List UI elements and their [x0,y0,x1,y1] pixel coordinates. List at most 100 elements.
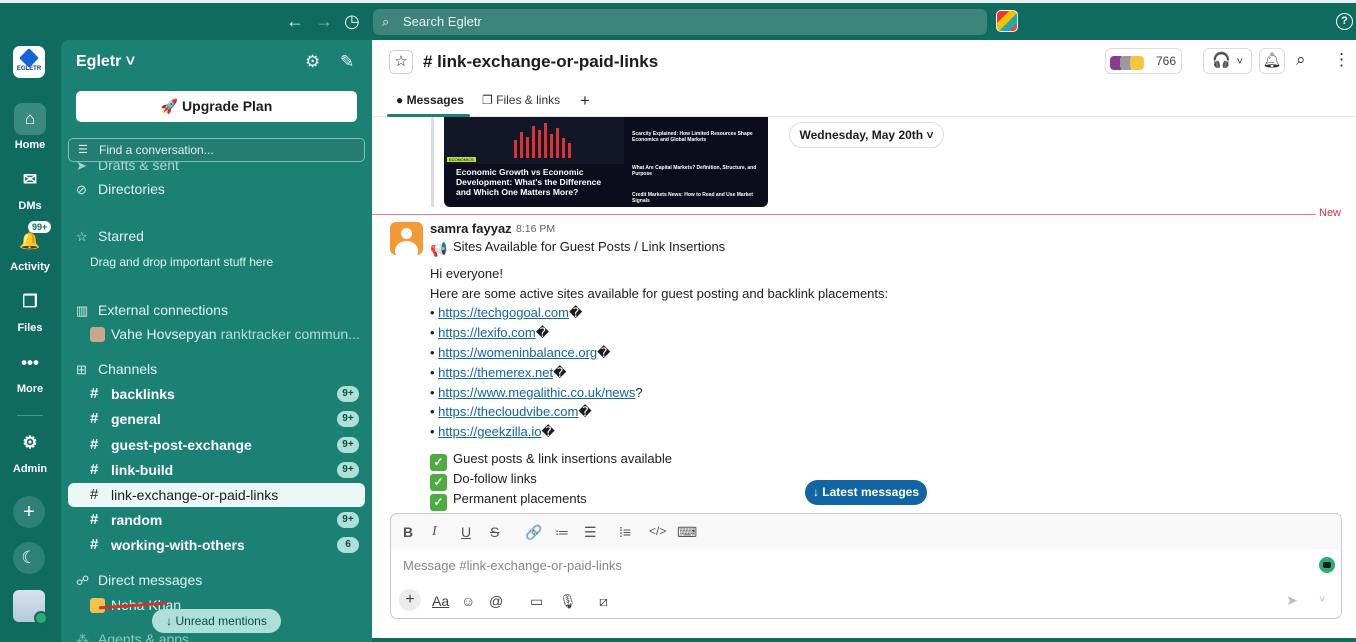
headphones-icon: 🎧 [1211,52,1231,69]
channel-name: backlinks [111,386,175,402]
rail-dms[interactable]: ✉ DMs [0,164,60,212]
kebab-menu-icon[interactable]: ⋮ [1333,50,1350,70]
channel-name: working-with-others [111,537,245,553]
workspace-avatar-icon[interactable] [996,10,1018,32]
sidebar-channels-header[interactable]: ⊞ Channels [76,360,366,379]
tab-files-links[interactable]: ❐ Files & links [482,93,560,107]
attach-plus-button[interactable]: + [399,589,421,611]
history-icon[interactable]: ◷ [344,12,360,30]
rail-home[interactable]: ⌂ Home [0,103,60,151]
site-link[interactable]: https://www.megalithic.co.uk/news [438,385,635,400]
channel-title[interactable]: # link-exchange-or-paid-links [423,52,658,72]
code-block-icon[interactable]: ⌨ [677,524,697,541]
find-placeholder: Find a conversation... [99,143,214,157]
notifications-bell-icon[interactable]: 🔔︎ [1259,48,1285,74]
help-icon[interactable]: ? [1336,13,1353,30]
blockquote-icon[interactable]: ⁞≡ [619,524,631,540]
bulleted-list-icon[interactable]: ☰ [584,524,597,541]
channel-backlinks[interactable]: # backlinks 9+ [68,382,365,406]
date-divider-button[interactable]: Wednesday, May 20th ˅ [789,122,944,148]
hash-icon: # [90,461,99,478]
back-icon[interactable]: ← [286,12,304,30]
latest-messages-button[interactable]: ↓ Latest messages [805,480,927,505]
unread-mentions-button[interactable]: ↓ Unread mentions [152,609,281,633]
message-input[interactable]: Message #link-exchange-or-paid-links [403,558,622,573]
channel-working-with-others[interactable]: # working-with-others 6 [68,533,365,557]
video-icon[interactable]: ▭ [530,593,543,610]
rail-activity[interactable]: 🔔 99+ Activity [0,221,60,273]
italic-icon[interactable]: I [432,524,437,540]
site-link[interactable]: https://themerex.net [438,365,553,380]
channel-name: link-exchange-or-paid-links [111,487,279,503]
shortcuts-icon[interactable]: ⧄ [599,593,608,610]
site-link[interactable]: https://geekzilla.io [438,424,541,439]
sidebar-starred[interactable]: ☆ Starred [76,227,366,246]
forward-icon[interactable]: → [315,12,333,30]
search-bar[interactable]: ⌕ Search Egletr [373,9,987,35]
site-link[interactable]: https://womeninbalance.org [438,345,597,360]
upgrade-plan-button[interactable]: 🚀 Upgrade Plan [76,91,357,122]
channel-link-exchange-or-paid-links[interactable]: # link-exchange-or-paid-links [68,483,365,507]
hash-icon: # [90,410,99,427]
preview-tag: ECONOMICS [447,157,476,162]
link-icon[interactable]: 🔗 [525,524,542,541]
ai-assistant-icon[interactable] [1319,557,1335,573]
strikethrough-icon[interactable]: S [490,524,499,540]
unread-count-badge: 9+ [337,462,359,478]
link-preview-image[interactable]: ECONOMICS Economic Growth vs Economic De… [444,117,768,207]
home-icon: ⌂ [14,103,46,135]
message-author[interactable]: samra fayyaz [430,221,512,236]
channel-random[interactable]: # random 9+ [68,508,365,532]
channel-link-build[interactable]: # link-build 9+ [68,458,365,482]
site-link[interactable]: https://techgogoal.com [438,305,569,320]
site-link[interactable]: https://lexifo.com [438,325,536,340]
members-button[interactable]: 766 [1105,48,1182,74]
send-options-chevron-icon[interactable]: ˅ [1319,594,1325,606]
user-avatar[interactable] [13,590,48,625]
star-channel-icon[interactable]: ☆ [389,50,413,74]
tab-messages[interactable]: ● Messages [396,93,464,107]
workspace-name[interactable]: Egletr ˅ [76,53,135,71]
workspace-logo[interactable]: EGLETR [13,46,45,78]
underline-icon[interactable]: U [461,524,471,540]
rail-files[interactable]: ❐ Files [0,286,60,334]
add-workspace-button[interactable]: + [13,496,45,528]
external-user[interactable]: Vahe Hovsepyan ranktracker commun... [90,326,360,342]
code-icon[interactable]: </> [649,524,666,538]
rail-admin[interactable]: ⚙ Admin [0,427,60,475]
theme-moon-icon[interactable]: ☾ [13,542,45,574]
text-format-icon[interactable]: Aa [432,593,449,609]
emoji-icon[interactable]: ☺ [461,593,475,609]
huddle-button[interactable]: 🎧 ˅ [1203,48,1252,74]
unread-count-badge: 6 [337,537,359,553]
mention-icon[interactable]: @ [489,593,503,609]
send-icon[interactable]: ➤ [1286,592,1298,609]
ordered-list-icon[interactable]: ≔ [555,524,569,541]
site-link[interactable]: https://thecloudvibe.com [438,404,578,419]
bold-icon[interactable]: B [403,524,413,540]
files-icon: ❐ [22,292,38,311]
message-subject: 📢 Sites Available for Guest Posts / Link … [430,239,725,258]
sidebar-directories[interactable]: ⊘ Directories [76,180,366,199]
compose-icon[interactable]: ✎ [340,52,354,72]
author-avatar[interactable] [390,222,423,255]
message-time[interactable]: 8:16 PM [516,223,555,235]
hash-icon: # [90,385,99,402]
site-list-item: • https://geekzilla.io� [430,424,555,439]
hash-icon: # [90,486,99,503]
settings-gear-icon[interactable]: ⚙ [305,52,320,72]
feature-item: ✓ Permanent placements [430,491,587,511]
sidebar-direct-messages-header[interactable]: ☍ Direct messages [76,571,366,590]
site-list-item: • https://themerex.net� [430,365,567,380]
search-channel-icon[interactable]: ⌕ [1296,50,1306,70]
add-tab-button[interactable]: + [580,91,590,111]
dms-icon: ✉ [22,170,38,189]
sidebar-external-connections[interactable]: ▥ External connections [76,301,366,320]
channel-general[interactable]: # general 9+ [68,407,365,431]
rail-more[interactable]: ••• More [0,347,60,395]
channel-guest-post-exchange[interactable]: # guest-post-exchange 9+ [68,433,365,457]
unread-count-badge: 9+ [337,386,359,402]
starred-hint: Drag and drop important stuff here [90,255,274,269]
find-conversation-input[interactable]: ☰ Find a conversation... [68,138,365,162]
microphone-icon[interactable]: 🎙 [559,593,577,610]
